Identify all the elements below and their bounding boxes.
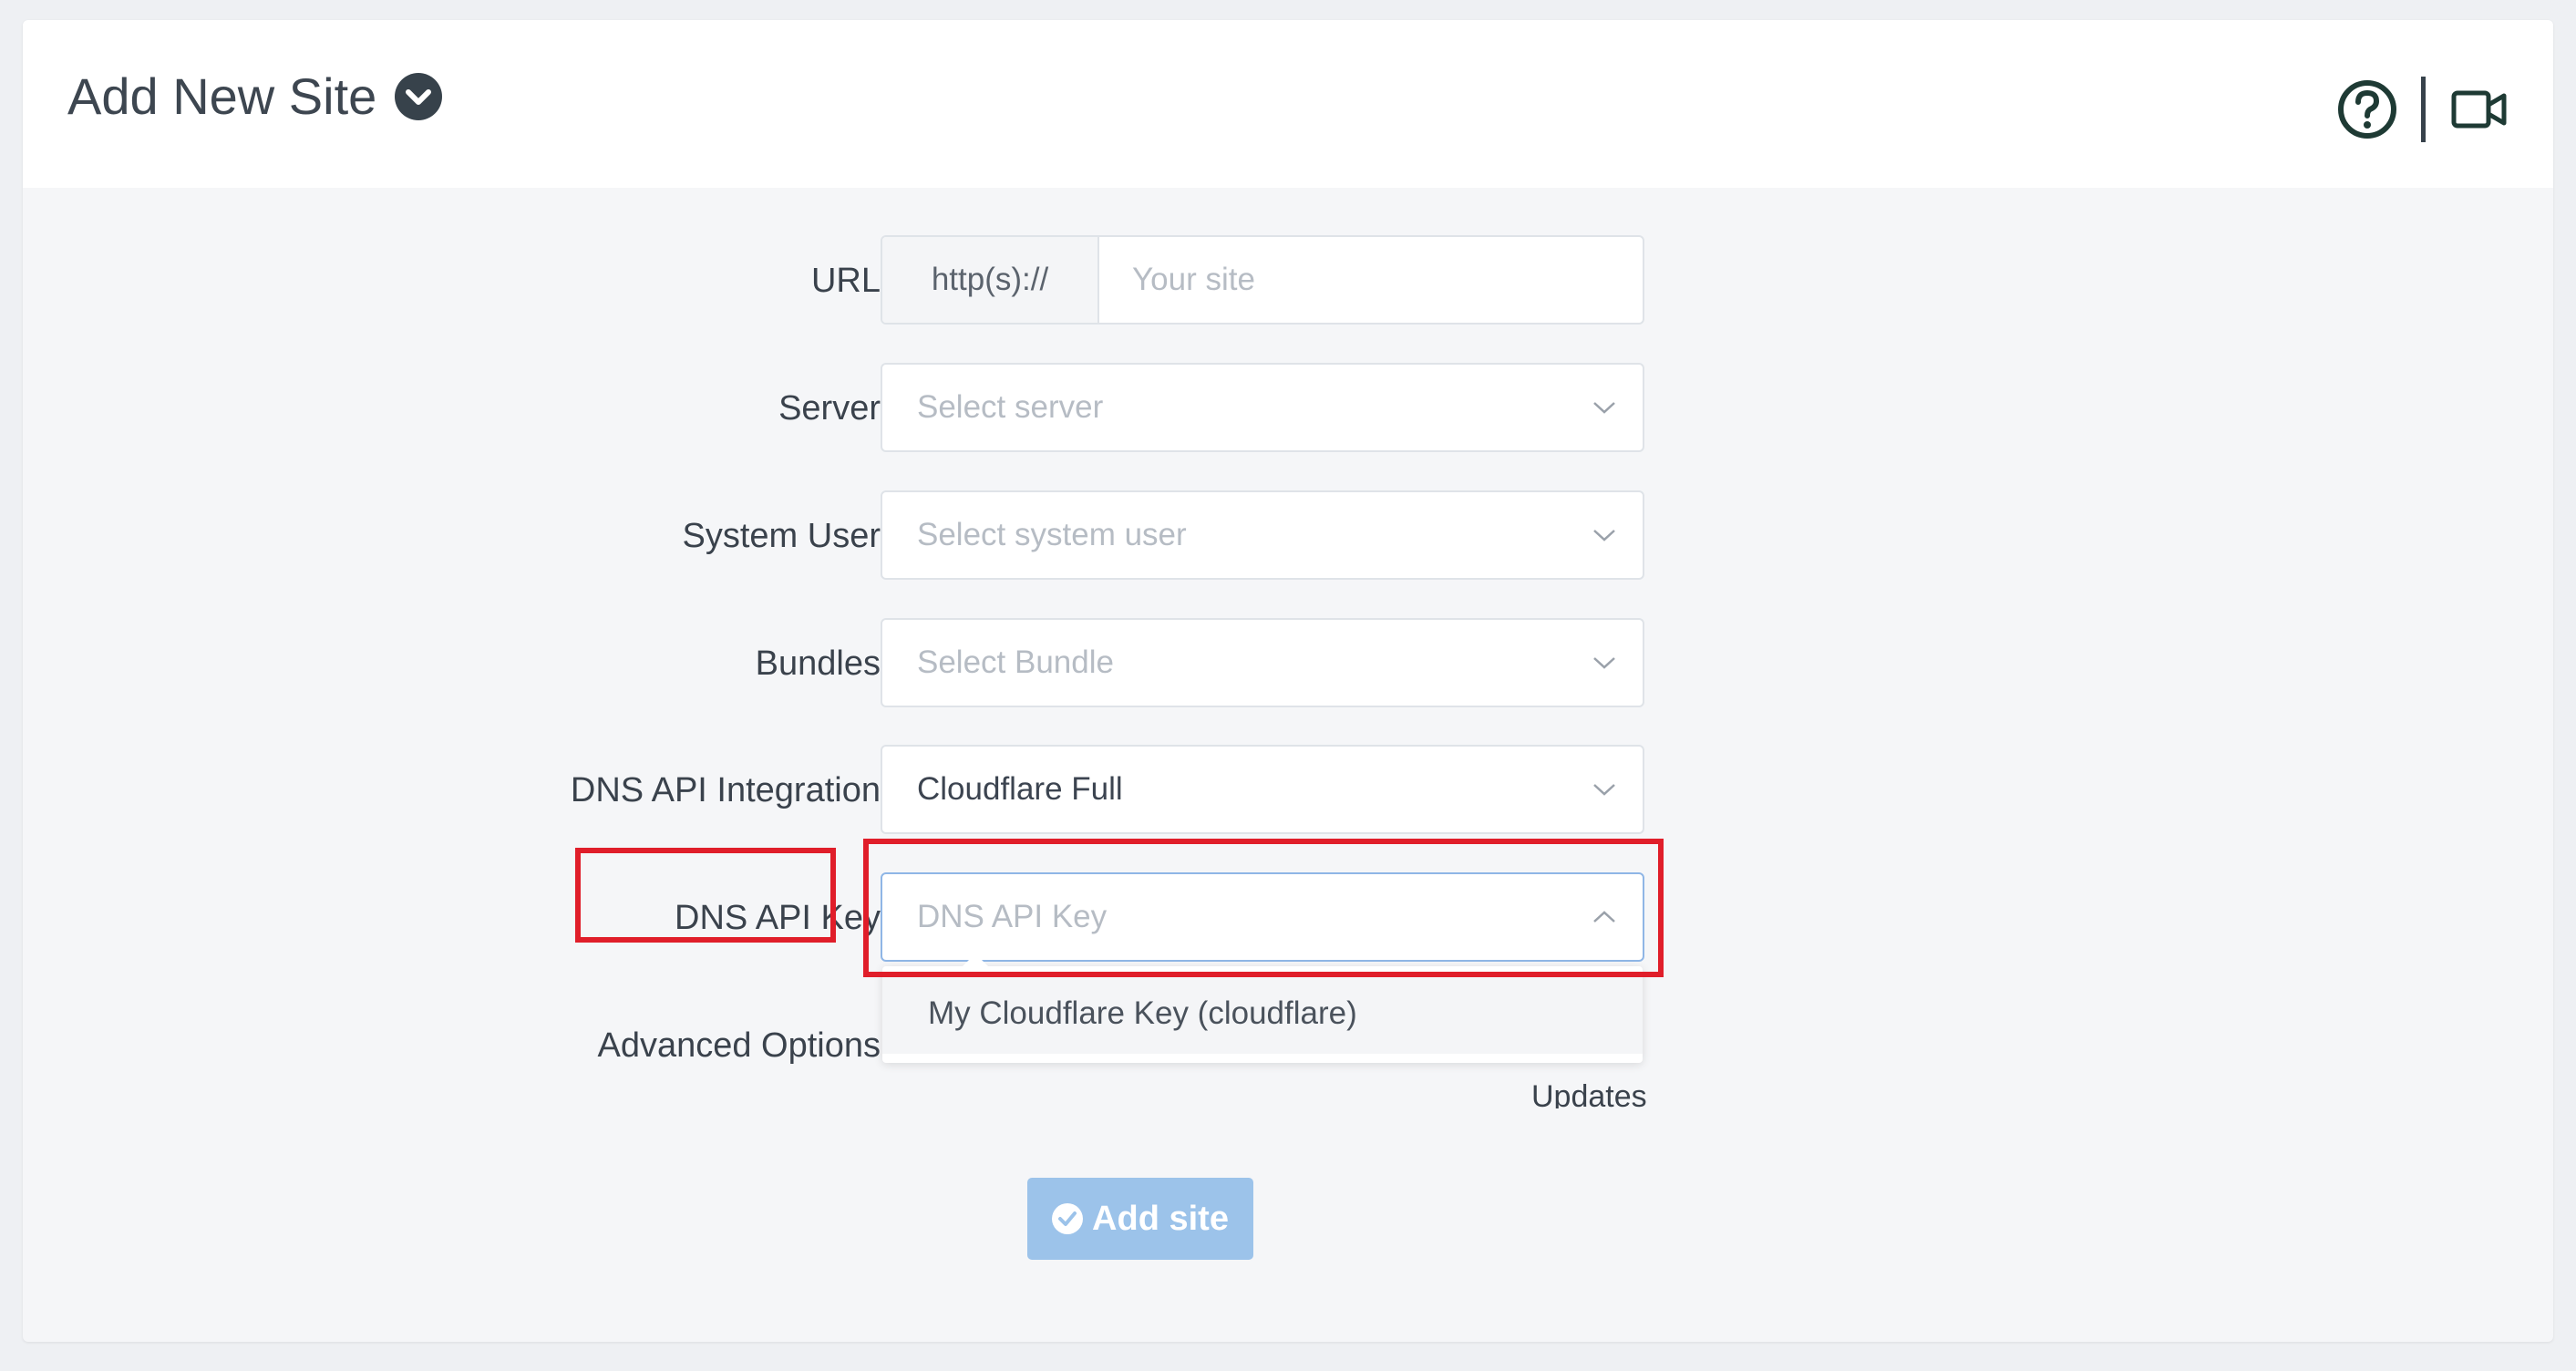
dns-integration-row: DNS API Integration Cloudflare Full	[0, 745, 2576, 836]
url-input[interactable]: Your site	[1132, 237, 1255, 323]
system-user-row: System User Select system user	[0, 490, 2576, 582]
page-title: Add New Site	[67, 67, 377, 125]
header-divider	[2421, 77, 2426, 142]
server-select[interactable]: Select server	[881, 363, 1644, 452]
dns-integration-label: DNS API Integration	[570, 771, 881, 809]
system-user-placeholder: Select system user	[917, 517, 1187, 552]
url-row: URL http(s):// Your site	[0, 235, 2576, 326]
header-icons	[2337, 77, 2508, 142]
server-row: Server Select server	[0, 363, 2576, 454]
video-camera-icon[interactable]	[2451, 88, 2508, 130]
url-field[interactable]: http(s):// Your site	[881, 235, 1644, 325]
chevron-down-icon	[1593, 784, 1615, 796]
chevron-down-icon	[1593, 402, 1615, 414]
highlight-box-label	[575, 848, 836, 943]
add-site-button[interactable]: Add site	[1027, 1178, 1253, 1260]
question-circle-icon[interactable]	[2337, 79, 2397, 139]
advanced-options-label: Advanced Options	[597, 1026, 881, 1065]
updates-option-text: Updates	[1531, 1081, 1647, 1108]
chevron-down-circle-icon[interactable]	[395, 73, 443, 120]
bundles-row: Bundles Select Bundle	[0, 618, 2576, 709]
chevron-down-icon	[1593, 530, 1615, 541]
system-user-label: System User	[682, 517, 881, 555]
add-site-label: Add site	[1092, 1199, 1229, 1238]
url-prefix: http(s)://	[882, 237, 1099, 323]
server-placeholder: Select server	[917, 389, 1104, 425]
dns-api-key-dropdown: My Cloudflare Key (cloudflare)	[882, 954, 1643, 1063]
check-circle-icon	[1052, 1203, 1084, 1234]
dns-integration-value: Cloudflare Full	[917, 771, 1123, 807]
bundles-placeholder: Select Bundle	[917, 644, 1114, 680]
dns-integration-select[interactable]: Cloudflare Full	[881, 745, 1644, 834]
chevron-down-icon	[1593, 657, 1615, 669]
dropdown-option-label: My Cloudflare Key (cloudflare)	[928, 995, 1357, 1031]
bundles-select[interactable]: Select Bundle	[881, 618, 1644, 707]
highlight-box-field	[863, 839, 1664, 977]
bundles-label: Bundles	[755, 644, 881, 683]
server-label: Server	[778, 389, 881, 428]
dropdown-option[interactable]: My Cloudflare Key (cloudflare)	[882, 974, 1643, 1054]
card-header: Add New Site	[23, 20, 2553, 188]
url-label: URL	[810, 262, 881, 300]
system-user-select[interactable]: Select system user	[881, 490, 1644, 580]
title-wrap[interactable]: Add New Site	[67, 60, 443, 133]
